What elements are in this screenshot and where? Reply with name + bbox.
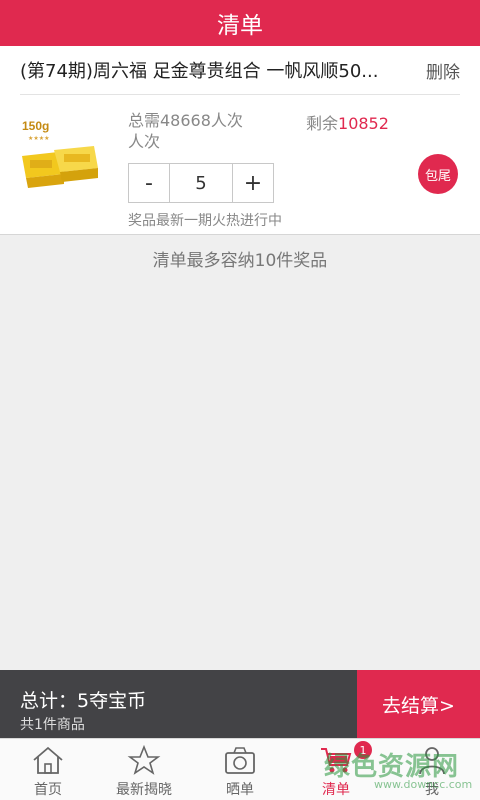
page-title: 清单 — [217, 13, 263, 39]
camera-icon — [225, 747, 255, 774]
top-bar: 清单 — [0, 0, 480, 46]
item-status-note: 奖品最新一期火热进行中 — [128, 213, 282, 229]
product-image-weight-label: 150g — [22, 119, 49, 133]
person-icon — [419, 747, 445, 775]
tab-cart[interactable]: 1 清单 — [288, 739, 384, 800]
checkout-bar: 总计：5夺宝币 共1件商品 去结算> — [0, 670, 480, 738]
bottom-tab-bar: 首页 最新揭晓 晒单 1 清单 我 — [0, 738, 480, 800]
cart-capacity-note: 清单最多容纳10件奖品 — [152, 251, 328, 271]
tab-home-label: 首页 — [34, 782, 62, 798]
delete-button[interactable]: 删除 — [426, 58, 460, 83]
cart-icon — [321, 748, 352, 773]
cart-item-title[interactable]: (第74期)周六福 足金尊贵组合 一帆风顺50... — [20, 57, 408, 83]
total-amount: 总计：5夺宝币 — [20, 690, 147, 712]
tab-share-label: 晒单 — [226, 782, 254, 798]
cart-count-badge: 1 — [354, 741, 372, 759]
increase-button[interactable]: + — [233, 164, 273, 202]
tab-me[interactable]: 我 — [384, 739, 480, 800]
svg-text:★★★★: ★★★★ — [28, 135, 50, 142]
total-need-text: 总需48668人次 人次 — [128, 110, 258, 152]
remaining-label: 剩余 — [306, 114, 339, 133]
cart-item-card: (第74期)周六福 足金尊贵组合 一帆风顺50... 删除 150g ★★★★ … — [0, 46, 480, 235]
quantity-stepper: - 5 + — [128, 163, 274, 203]
cart-item-title-row: (第74期)周六福 足金尊贵组合 一帆风顺50... 删除 — [20, 46, 460, 95]
remaining-value: 10852 — [338, 114, 389, 133]
checkout-button[interactable]: 去结算> — [357, 670, 480, 738]
tab-me-label: 我 — [425, 782, 439, 798]
tab-share[interactable]: 晒单 — [192, 739, 288, 800]
tab-latest[interactable]: 最新揭晓 — [96, 739, 192, 800]
remaining-count: 剩余10852 — [306, 110, 389, 134]
quantity-input[interactable]: 5 — [169, 164, 233, 202]
total-need-line: 总需48668人次 — [128, 111, 243, 130]
total-need-unit: 人次 — [128, 132, 161, 151]
buy-remaining-badge[interactable]: 包尾 — [418, 154, 458, 194]
tab-latest-label: 最新揭晓 — [116, 782, 172, 798]
tab-cart-label: 清单 — [322, 782, 350, 798]
star-icon — [127, 745, 161, 775]
tab-home[interactable]: 首页 — [0, 739, 96, 800]
item-count: 共1件商品 — [20, 717, 85, 733]
decrease-button[interactable]: - — [129, 164, 169, 202]
home-icon — [33, 746, 63, 774]
product-image[interactable]: 150g ★★★★ — [18, 112, 110, 204]
